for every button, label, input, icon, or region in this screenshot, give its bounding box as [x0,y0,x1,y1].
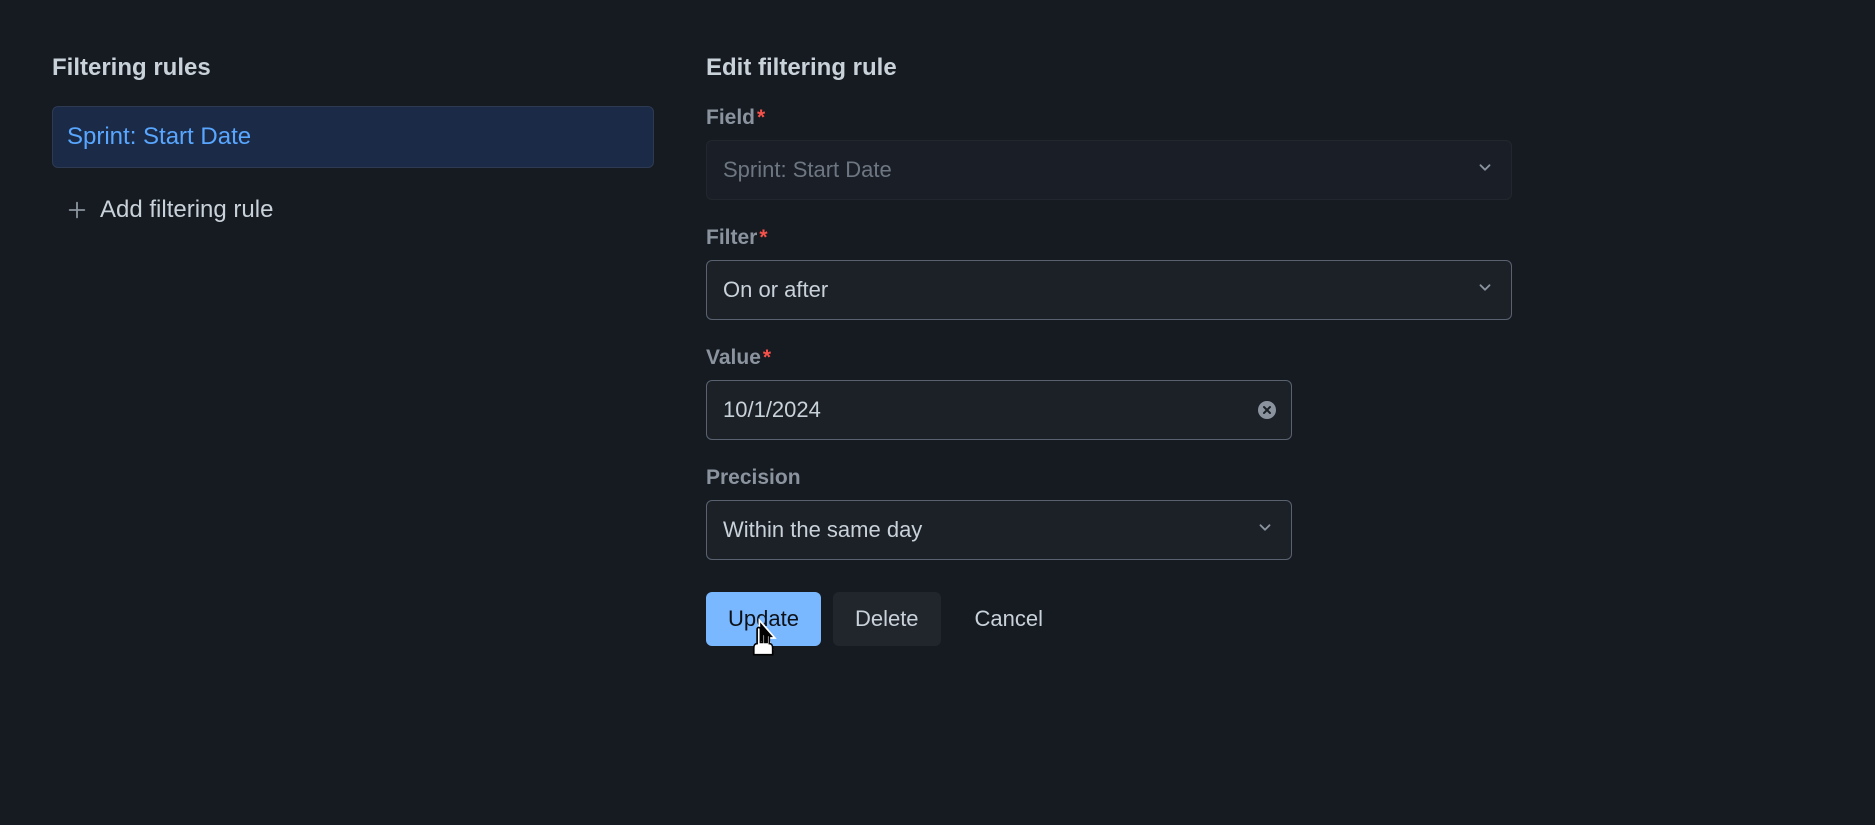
filter-select-value: On or after [723,277,828,303]
rule-item-sprint-start-date[interactable]: Sprint: Start Date [52,106,654,168]
precision-select[interactable]: Within the same day [706,500,1292,560]
required-asterisk: * [763,346,771,369]
clear-icon[interactable] [1256,399,1278,421]
required-asterisk: * [757,106,765,129]
add-rule-label: Add filtering rule [100,196,273,224]
filter-select[interactable]: On or after [706,260,1512,320]
field-select-value: Sprint: Start Date [723,157,892,183]
field-select[interactable]: Sprint: Start Date [706,140,1512,200]
edit-filtering-rule-title: Edit filtering rule [706,54,1512,82]
required-asterisk: * [759,226,767,249]
filtering-rules-title: Filtering rules [52,54,654,82]
rule-item-label: Sprint: Start Date [67,123,251,150]
update-button[interactable]: Update [706,592,821,646]
value-label: Value* [706,346,1512,370]
add-filtering-rule-button[interactable]: Add filtering rule [52,188,654,232]
precision-select-value: Within the same day [723,517,922,543]
precision-label: Precision [706,466,1512,490]
cancel-button[interactable]: Cancel [953,592,1065,646]
plus-icon [66,199,88,221]
delete-button[interactable]: Delete [833,592,941,646]
value-input[interactable] [706,380,1292,440]
field-label: Field* [706,106,1512,130]
filter-label: Filter* [706,226,1512,250]
